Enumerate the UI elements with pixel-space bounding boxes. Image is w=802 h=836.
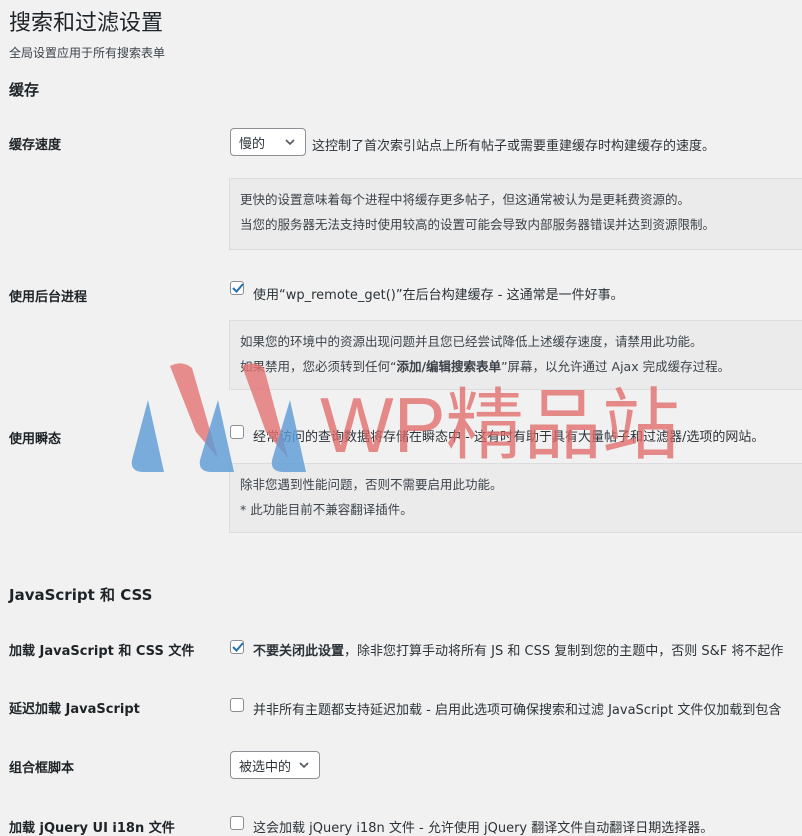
edit-search-form-link-text: 添加/编辑搜索表单 bbox=[396, 359, 502, 374]
use-transients-note: 除非您遇到性能问题，否则不需要启用此功能。 * 此功能目前不兼容翻译插件。 bbox=[229, 463, 802, 533]
cache-speed-select-value: 慢的 bbox=[239, 136, 266, 152]
label-background-process: 使用后台进程 bbox=[9, 290, 88, 305]
section-title-cache: 缓存 bbox=[9, 81, 40, 99]
load-jquery-i18n-checkbox[interactable] bbox=[230, 816, 244, 830]
load-js-css-checkbox[interactable] bbox=[230, 640, 244, 654]
section-title-js-css: JavaScript 和 CSS bbox=[9, 586, 153, 604]
note-line: 除非您遇到性能问题，否则不需要启用此功能。 bbox=[240, 477, 503, 492]
background-process-checkbox[interactable] bbox=[230, 281, 244, 295]
label-use-transients: 使用瞬态 bbox=[9, 432, 62, 447]
page-title: 搜索和过滤设置 bbox=[9, 11, 164, 36]
background-process-note: 如果您的环境中的资源出现问题并且您已经尝试降低上述缓存速度，请禁用此功能。 如果… bbox=[229, 320, 802, 390]
label-lazy-load-js: 延迟加载 JavaScript bbox=[9, 702, 140, 717]
checkmark-icon bbox=[232, 642, 244, 652]
cache-speed-description: 这控制了首次索引站点上所有帖子或需要重建缓存时构建缓存的速度。 bbox=[312, 139, 716, 154]
warning-text: 不要关闭此设置 bbox=[253, 644, 345, 659]
load-jquery-i18n-description: 这会加载 jQuery i18n 文件 - 允许使用 jQuery 翻译文件自动… bbox=[253, 821, 714, 836]
watermark-text: WP精品站 bbox=[320, 381, 680, 469]
combobox-script-select-value: 被选中的 bbox=[239, 759, 292, 775]
note-text: 如果禁用，您必须转到任何“ bbox=[240, 359, 397, 374]
note-line: * 此功能目前不兼容翻译插件。 bbox=[240, 502, 413, 517]
combobox-script-select[interactable]: 被选中的 bbox=[230, 751, 320, 779]
label-load-js-css: 加载 JavaScript 和 CSS 文件 bbox=[9, 644, 195, 659]
label-load-jquery-i18n: 加载 jQuery UI i18n 文件 bbox=[9, 821, 175, 836]
use-transients-description: 经常访问的查询数据将存储在瞬态中 - 这有时有助于具有大量帖子和过滤器/选项的网… bbox=[253, 430, 765, 445]
chevron-down-icon bbox=[299, 762, 309, 769]
note-line: 当您的服务器无法支持时使用较高的设置可能会导致内部服务器错误并达到资源限制。 bbox=[240, 217, 716, 232]
checkmark-icon bbox=[232, 283, 244, 293]
lazy-load-js-checkbox[interactable] bbox=[230, 698, 244, 712]
note-line: 更快的设置意味着每个进程中将缓存更多帖子，但这通常被认为是更耗费资源的。 bbox=[240, 192, 691, 207]
lazy-load-js-description: 并非所有主题都支持延迟加载 - 启用此选项可确保搜索和过滤 JavaScript… bbox=[253, 703, 782, 718]
use-transients-checkbox[interactable] bbox=[230, 425, 244, 439]
label-cache-speed: 缓存速度 bbox=[9, 138, 62, 153]
load-js-css-description: 不要关闭此设置，除非您打算手动将所有 JS 和 CSS 复制到您的主题中，否则 … bbox=[253, 640, 783, 659]
note-line: 如果禁用，您必须转到任何“添加/编辑搜索表单”屏幕，以允许通过 Ajax 完成缓… bbox=[240, 354, 802, 379]
cache-speed-note: 更快的设置意味着每个进程中将缓存更多帖子，但这通常被认为是更耗费资源的。 当您的… bbox=[229, 178, 802, 250]
page-subtitle: 全局设置应用于所有搜索表单 bbox=[9, 46, 166, 60]
cache-speed-select[interactable]: 慢的 bbox=[230, 128, 306, 156]
background-process-description: 使用“wp_remote_get()”在后台构建缓存 - 这通常是一件好事。 bbox=[253, 288, 624, 303]
label-combobox-script: 组合框脚本 bbox=[9, 761, 75, 776]
note-text: ”屏幕，以允许通过 Ajax 完成缓存过程。 bbox=[501, 359, 731, 374]
note-line: 如果您的环境中的资源出现问题并且您已经尝试降低上述缓存速度，请禁用此功能。 bbox=[240, 334, 703, 349]
description-text: ，除非您打算手动将所有 JS 和 CSS 复制到您的主题中，否则 S&F 将不起… bbox=[344, 644, 784, 659]
chevron-down-icon bbox=[285, 139, 295, 146]
